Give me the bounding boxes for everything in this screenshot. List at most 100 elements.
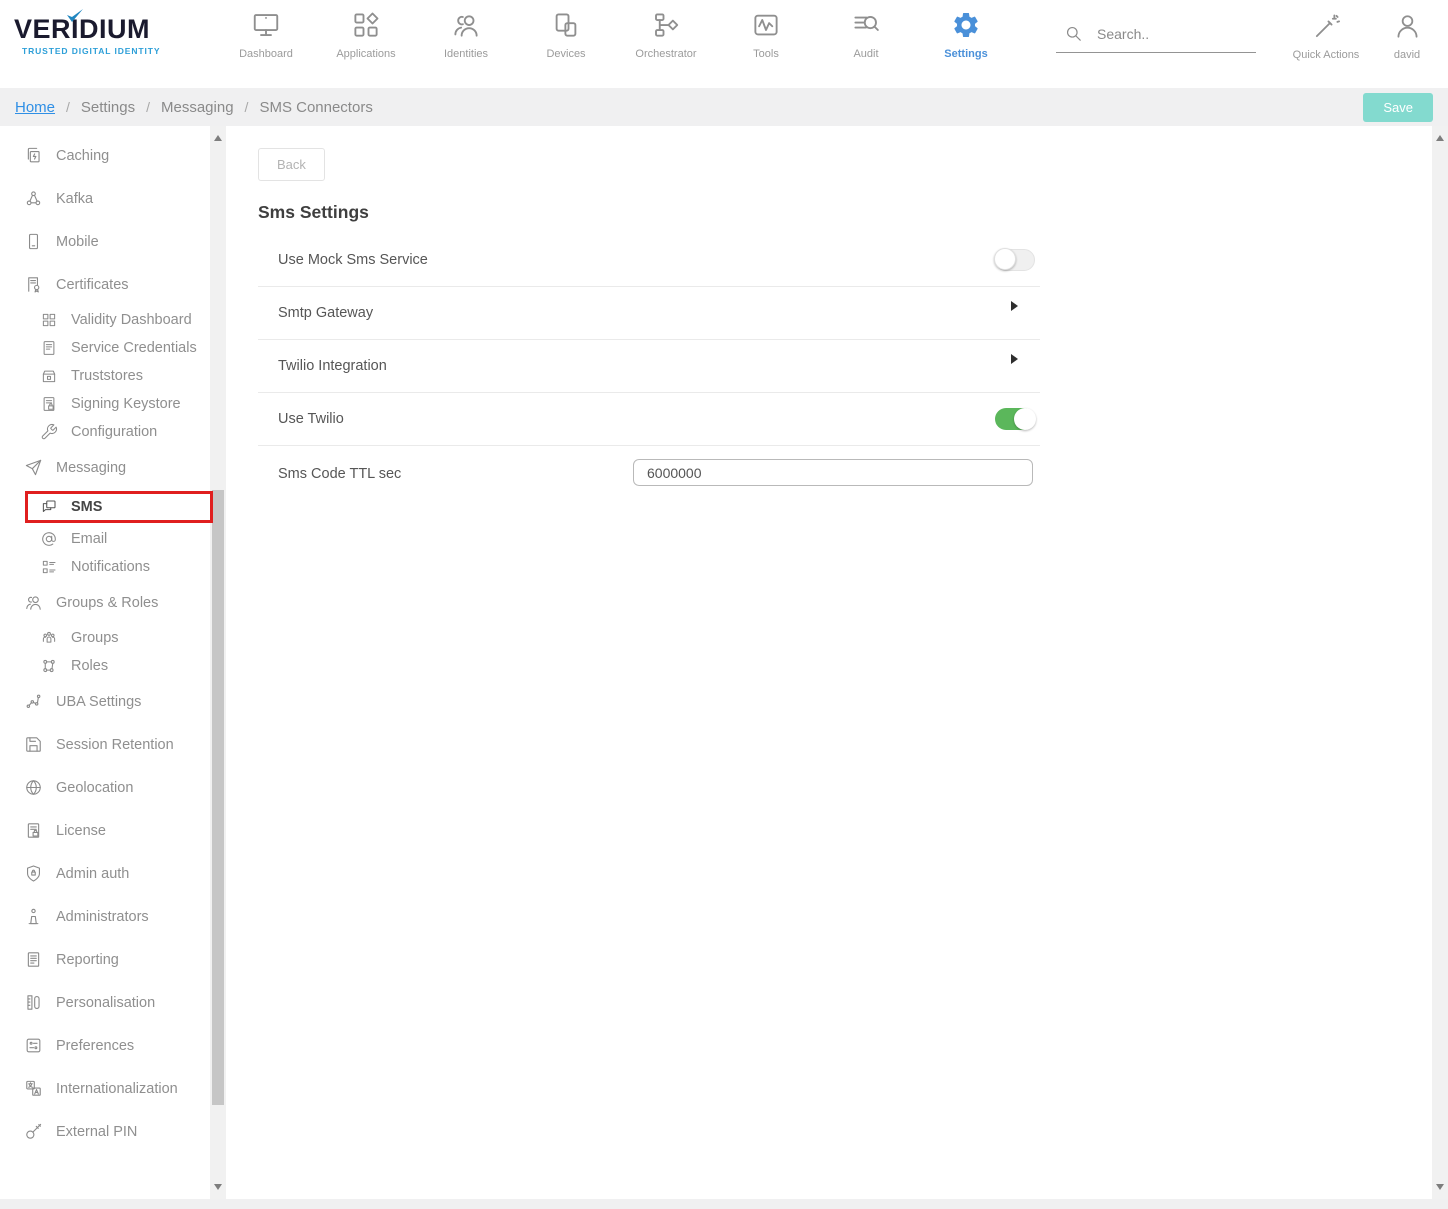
nav-item-dashboard[interactable]: Dashboard (216, 10, 316, 88)
breadcrumb-current: SMS Connectors (259, 99, 372, 116)
settings-sidebar: Caching Kafka Mobile Certificates Validi… (0, 126, 210, 1199)
breadcrumb-separator: / (245, 99, 249, 115)
use-twilio-toggle[interactable] (995, 408, 1035, 430)
sidebar-item-geolocation[interactable]: Geolocation (0, 766, 210, 809)
sidebar-item-groups-roles[interactable]: Groups & Roles (0, 581, 210, 624)
sidebar-scrollbar[interactable] (210, 126, 226, 1199)
sidebar-item-roles[interactable]: Roles (0, 652, 210, 680)
mobile-icon (24, 232, 43, 251)
document-lock-icon (40, 395, 58, 413)
nav-label: Identities (444, 48, 488, 60)
veridium-logo[interactable]: VERIDIUM TRUSTED DIGITAL IDENTITY (14, 16, 192, 88)
sidebar-item-uba-settings[interactable]: UBA Settings (0, 680, 210, 723)
sidebar-item-kafka[interactable]: Kafka (0, 177, 210, 220)
nav-item-orchestrator[interactable]: Orchestrator (616, 10, 716, 88)
quick-actions-label: Quick Actions (1293, 49, 1360, 61)
sidebar-item-personalisation[interactable]: Personalisation (0, 981, 210, 1024)
sidebar-item-label: UBA Settings (56, 694, 141, 710)
devices-icon (551, 10, 581, 40)
nav-label: Dashboard (239, 48, 293, 60)
primary-nav: Dashboard Applications Identities Device… (216, 0, 1016, 88)
scroll-down-arrow-icon[interactable] (1436, 1184, 1444, 1190)
save-button[interactable]: Save (1363, 93, 1433, 122)
at-sign-icon (40, 530, 58, 548)
search-icon[interactable] (1064, 24, 1083, 43)
grid-icon (40, 311, 58, 329)
setting-label: Smtp Gateway (278, 305, 373, 321)
logo-checkmark-icon (66, 8, 84, 23)
sidebar-item-mobile[interactable]: Mobile (0, 220, 210, 263)
scroll-up-arrow-icon[interactable] (214, 135, 222, 141)
page-title: Sms Settings (258, 202, 1432, 223)
sliders-icon (24, 1036, 43, 1055)
nav-label: Audit (853, 48, 878, 60)
expand-arrow-icon[interactable] (1011, 301, 1018, 311)
header-tools: Quick Actions david (1056, 0, 1448, 88)
sidebar-item-caching[interactable]: Caching (0, 134, 210, 177)
sidebar-item-groups[interactable]: Groups (0, 624, 210, 652)
sidebar-item-external-pin[interactable]: External PIN (0, 1110, 210, 1153)
nav-item-audit[interactable]: Audit (816, 10, 916, 88)
hierarchy-icon (40, 657, 58, 675)
sidebar-item-validity-dashboard[interactable]: Validity Dashboard (0, 306, 210, 334)
setting-row-twilio-integration: Twilio Integration (258, 340, 1040, 393)
user-menu[interactable]: david (1374, 12, 1440, 61)
nav-label: Devices (546, 48, 585, 60)
sidebar-item-truststores[interactable]: Truststores (0, 362, 210, 390)
nav-item-devices[interactable]: Devices (516, 10, 616, 88)
expand-arrow-icon[interactable] (1011, 354, 1018, 364)
use-mock-sms-toggle[interactable] (995, 249, 1035, 271)
sidebar-item-service-credentials[interactable]: Service Credentials (0, 334, 210, 362)
document-icon (40, 339, 58, 357)
search-input[interactable] (1095, 25, 1245, 43)
breadcrumb-settings[interactable]: Settings (81, 99, 135, 116)
breadcrumb-messaging[interactable]: Messaging (161, 99, 234, 116)
sidebar-item-label: Geolocation (56, 780, 133, 796)
magic-wand-icon (1312, 12, 1341, 41)
sidebar-item-sms[interactable]: SMS (25, 491, 213, 523)
nav-item-tools[interactable]: Tools (716, 10, 816, 88)
scroll-up-arrow-icon[interactable] (1436, 135, 1444, 141)
scatter-icon (24, 692, 43, 711)
top-header: VERIDIUM TRUSTED DIGITAL IDENTITY Dashbo… (0, 0, 1448, 88)
sms-code-ttl-input[interactable] (633, 459, 1033, 486)
sidebar-item-label: Signing Keystore (71, 396, 181, 412)
sidebar-item-label: Session Retention (56, 737, 174, 753)
sidebar-item-messaging[interactable]: Messaging (0, 446, 210, 489)
sidebar-item-signing-keystore[interactable]: Signing Keystore (0, 390, 210, 418)
globe-icon (24, 778, 43, 797)
sidebar-item-email[interactable]: Email (0, 525, 210, 553)
sidebar-item-internationalization[interactable]: Internationalization (0, 1067, 210, 1110)
nav-label: Settings (944, 48, 987, 60)
breadcrumb-home[interactable]: Home (15, 99, 55, 116)
breadcrumb-separator: / (146, 99, 150, 115)
nav-item-settings[interactable]: Settings (916, 10, 1016, 88)
sidebar-item-admin-auth[interactable]: Admin auth (0, 852, 210, 895)
sidebar-item-label: License (56, 823, 106, 839)
sidebar-item-notifications[interactable]: Notifications (0, 553, 210, 581)
pulse-frame-icon (751, 10, 781, 40)
sidebar-item-preferences[interactable]: Preferences (0, 1024, 210, 1067)
toggle-knob (1014, 408, 1036, 430)
nav-item-applications[interactable]: Applications (316, 10, 416, 88)
nav-item-identities[interactable]: Identities (416, 10, 516, 88)
sidebar-item-certificates[interactable]: Certificates (0, 263, 210, 306)
back-button[interactable]: Back (258, 148, 325, 181)
sidebar-item-administrators[interactable]: Administrators (0, 895, 210, 938)
horizontal-scrollbar-track[interactable] (0, 1199, 1448, 1209)
sidebar-scrollbar-thumb[interactable] (212, 490, 224, 1105)
toggle-knob (994, 248, 1016, 270)
sidebar-item-label: Roles (71, 658, 108, 674)
sidebar-item-reporting[interactable]: Reporting (0, 938, 210, 981)
sidebar-item-label: Internationalization (56, 1081, 178, 1097)
user-name-label: david (1394, 49, 1420, 61)
sidebar-item-license[interactable]: License (0, 809, 210, 852)
flowchart-icon (651, 10, 681, 40)
sidebar-item-session-retention[interactable]: Session Retention (0, 723, 210, 766)
sidebar-item-configuration[interactable]: Configuration (0, 418, 210, 446)
sidebar-item-label: Groups & Roles (56, 595, 158, 611)
scroll-down-arrow-icon[interactable] (214, 1184, 222, 1190)
quick-actions-button[interactable]: Quick Actions (1278, 12, 1374, 61)
page-scrollbar[interactable] (1432, 126, 1448, 1199)
breadcrumb-bar: Home / Settings / Messaging / SMS Connec… (0, 88, 1448, 126)
